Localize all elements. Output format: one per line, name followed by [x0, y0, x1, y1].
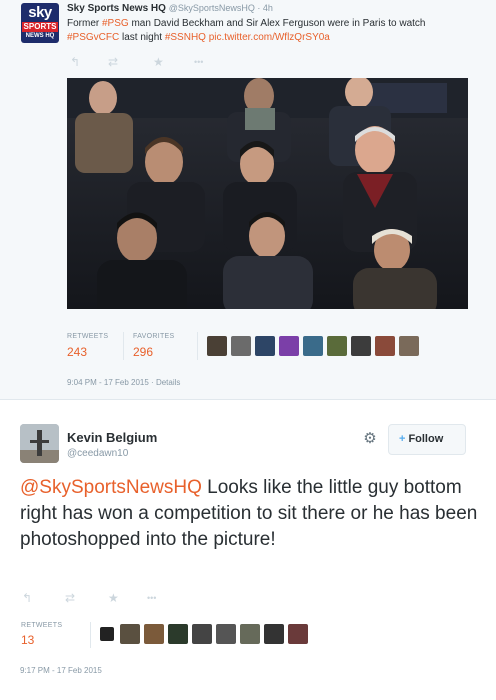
avatar[interactable] [264, 624, 284, 644]
avatar[interactable] [20, 424, 59, 463]
author-handle-time[interactable]: @SkySportsNewsHQ · 4h [169, 3, 273, 13]
retweet-icon[interactable]: ⇄ [108, 55, 118, 69]
follow-button[interactable]: + Follow [388, 424, 466, 455]
photo-illustration [67, 78, 468, 309]
avatar[interactable] [100, 627, 114, 641]
hashtag-ssnhq[interactable]: #SSNHQ [165, 32, 206, 43]
stats-divider [123, 332, 124, 360]
avatar[interactable] [399, 336, 419, 356]
avatar[interactable] [231, 336, 251, 356]
favorites-count[interactable]: 296 [133, 345, 153, 359]
more-icon[interactable]: ••• [194, 55, 203, 69]
avatar[interactable] [351, 336, 371, 356]
reply-icon[interactable]: ↰ [70, 55, 80, 69]
favorites-label: FAVORITES [133, 333, 175, 340]
avatar[interactable] [120, 624, 140, 644]
avatar[interactable] [303, 336, 323, 356]
avatar[interactable] [144, 624, 164, 644]
avatar[interactable] [207, 336, 227, 356]
avatar-illustration [20, 424, 59, 463]
avatar[interactable] [240, 624, 260, 644]
follow-label: Follow [408, 433, 444, 445]
tweet1-text: Former #PSG man David Beckham and Sir Al… [67, 17, 487, 45]
more-icon[interactable]: ••• [147, 591, 156, 605]
author-name[interactable]: Sky Sports News HQ [67, 3, 166, 14]
avatar[interactable] [168, 624, 188, 644]
author-name[interactable]: Kevin Belgium [67, 430, 157, 445]
favorite-icon[interactable]: ★ [153, 55, 164, 69]
retweets-count[interactable]: 243 [67, 345, 87, 359]
logo-newshq-text: NEWS HQ [25, 33, 55, 39]
avatar[interactable] [279, 336, 299, 356]
tweet-kevin-belgium: Kevin Belgium @ceedawn10 ⚙ + Follow @SkyS… [0, 400, 496, 700]
hashtag-psg[interactable]: #PSG [102, 18, 129, 29]
avatar[interactable] [216, 624, 236, 644]
sky-sports-news-logo[interactable]: sky SPORTS NEWS HQ [21, 3, 59, 43]
gear-icon[interactable]: ⚙ [361, 430, 379, 448]
text-part: Former [67, 18, 102, 29]
avatar[interactable] [327, 336, 347, 356]
stats-divider [90, 622, 91, 648]
tweet-sky-sports: sky SPORTS NEWS HQ Sky Sports News HQ @S… [0, 0, 496, 400]
reply-icon[interactable]: ↰ [22, 591, 32, 605]
avatar[interactable] [288, 624, 308, 644]
logo-sky-text: sky [28, 4, 52, 21]
text-part: man David Beckham and Sir Alex Ferguson … [128, 18, 426, 29]
retweets-label: RETWEETS [21, 622, 63, 629]
tweet1-header: Sky Sports News HQ @SkySportsNewsHQ · 4h [67, 3, 273, 14]
avatar[interactable] [255, 336, 275, 356]
add-user-icon: + [399, 433, 406, 445]
logo-sports-text: SPORTS [22, 22, 58, 32]
stats-divider [197, 332, 198, 360]
retweets-count[interactable]: 13 [21, 633, 34, 647]
tweet2-timestamp[interactable]: 9:17 PM - 17 Feb 2015 [20, 666, 102, 675]
author-handle[interactable]: @ceedawn10 [67, 448, 128, 459]
pic-link[interactable]: pic.twitter.com/WflzQrSY0a [209, 32, 330, 43]
retweets-label: RETWEETS [67, 333, 109, 340]
favorite-icon[interactable]: ★ [108, 591, 119, 605]
tweet2-text: @SkySportsNewsHQ Looks like the little g… [20, 475, 480, 553]
avatar[interactable] [192, 624, 212, 644]
text-part: last night [119, 32, 165, 43]
hashtag-psgvcfc[interactable]: #PSGvCFC [67, 32, 119, 43]
retweet-icon[interactable]: ⇄ [65, 591, 75, 605]
tweet-photo[interactable] [67, 78, 468, 309]
avatar[interactable] [375, 336, 395, 356]
tweet1-timestamp[interactable]: 9:04 PM - 17 Feb 2015 · Details [67, 378, 180, 387]
mention-link[interactable]: @SkySportsNewsHQ [20, 477, 202, 498]
